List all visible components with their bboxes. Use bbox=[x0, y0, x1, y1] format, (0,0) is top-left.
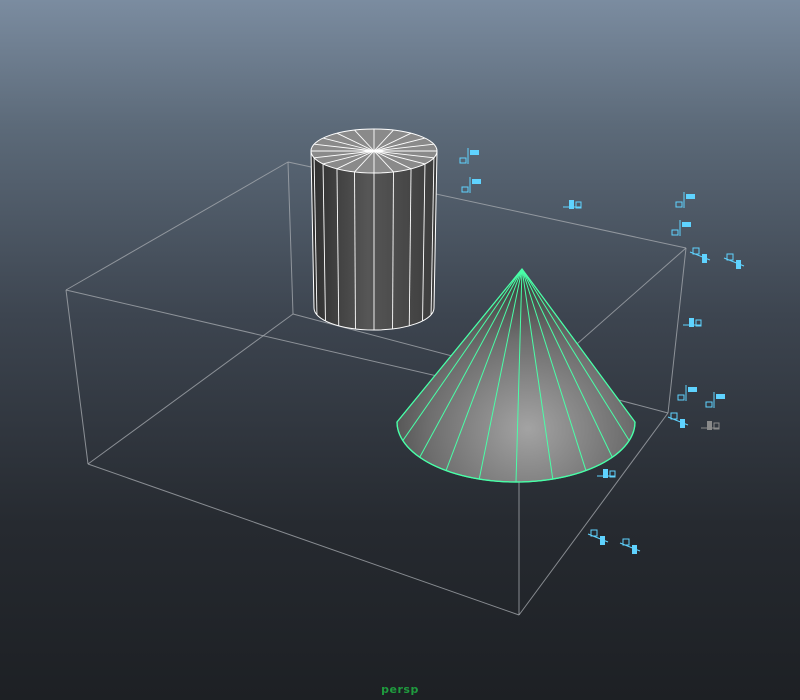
handle-block bbox=[686, 194, 695, 199]
bounding-box-edge bbox=[65, 161, 289, 291]
bounding-box-edge bbox=[87, 313, 294, 465]
bounding-box-edge bbox=[667, 247, 687, 414]
manipulator-handle-icon[interactable] bbox=[587, 529, 609, 545]
perspective-viewport[interactable]: persp bbox=[0, 0, 800, 700]
manipulator-handle-icon[interactable] bbox=[667, 412, 689, 428]
manipulator-handle-icon[interactable] bbox=[675, 192, 695, 208]
manipulator-handle-icon[interactable] bbox=[677, 385, 697, 401]
handle-block bbox=[689, 318, 694, 327]
camera-label: persp bbox=[381, 683, 419, 696]
handle-box bbox=[459, 157, 467, 164]
handle-block bbox=[702, 254, 707, 263]
manipulator-handle-icon[interactable] bbox=[671, 220, 691, 236]
manipulator-handle-icon[interactable] bbox=[563, 200, 582, 209]
handle-box bbox=[671, 229, 679, 236]
manipulator-handle-icon[interactable] bbox=[689, 247, 711, 263]
manipulator-handle-icon[interactable] bbox=[705, 392, 725, 408]
handle-block bbox=[569, 200, 574, 209]
handle-box bbox=[675, 201, 683, 208]
handle-block bbox=[682, 222, 691, 227]
handle-block bbox=[470, 150, 479, 155]
manipulator-handle-icon[interactable] bbox=[723, 253, 745, 269]
handle-box bbox=[705, 401, 713, 408]
handle-block bbox=[736, 260, 741, 269]
handle-block bbox=[680, 419, 685, 428]
handle-block bbox=[716, 394, 725, 399]
manipulator-handle-icon[interactable] bbox=[597, 469, 616, 478]
handle-block bbox=[600, 536, 605, 545]
manipulator-handle-icon[interactable] bbox=[461, 177, 481, 193]
bounding-box-edge bbox=[65, 289, 89, 465]
bounding-box-edge bbox=[287, 161, 294, 315]
scene-canvas[interactable] bbox=[0, 0, 800, 700]
manipulator-handle-icon[interactable] bbox=[683, 318, 702, 327]
bounding-box-edge bbox=[87, 463, 520, 616]
manipulator-handle-icon[interactable] bbox=[459, 148, 479, 164]
cylinder-mesh[interactable] bbox=[310, 128, 438, 331]
handle-block bbox=[472, 179, 481, 184]
manipulator-handle-icon[interactable] bbox=[701, 421, 720, 430]
handle-block bbox=[707, 421, 712, 430]
handle-block bbox=[688, 387, 697, 392]
manipulator-handle-icon[interactable] bbox=[619, 538, 641, 554]
handle-block bbox=[603, 469, 608, 478]
handle-box bbox=[461, 186, 469, 193]
handle-block bbox=[632, 545, 637, 554]
handle-box bbox=[677, 394, 685, 401]
